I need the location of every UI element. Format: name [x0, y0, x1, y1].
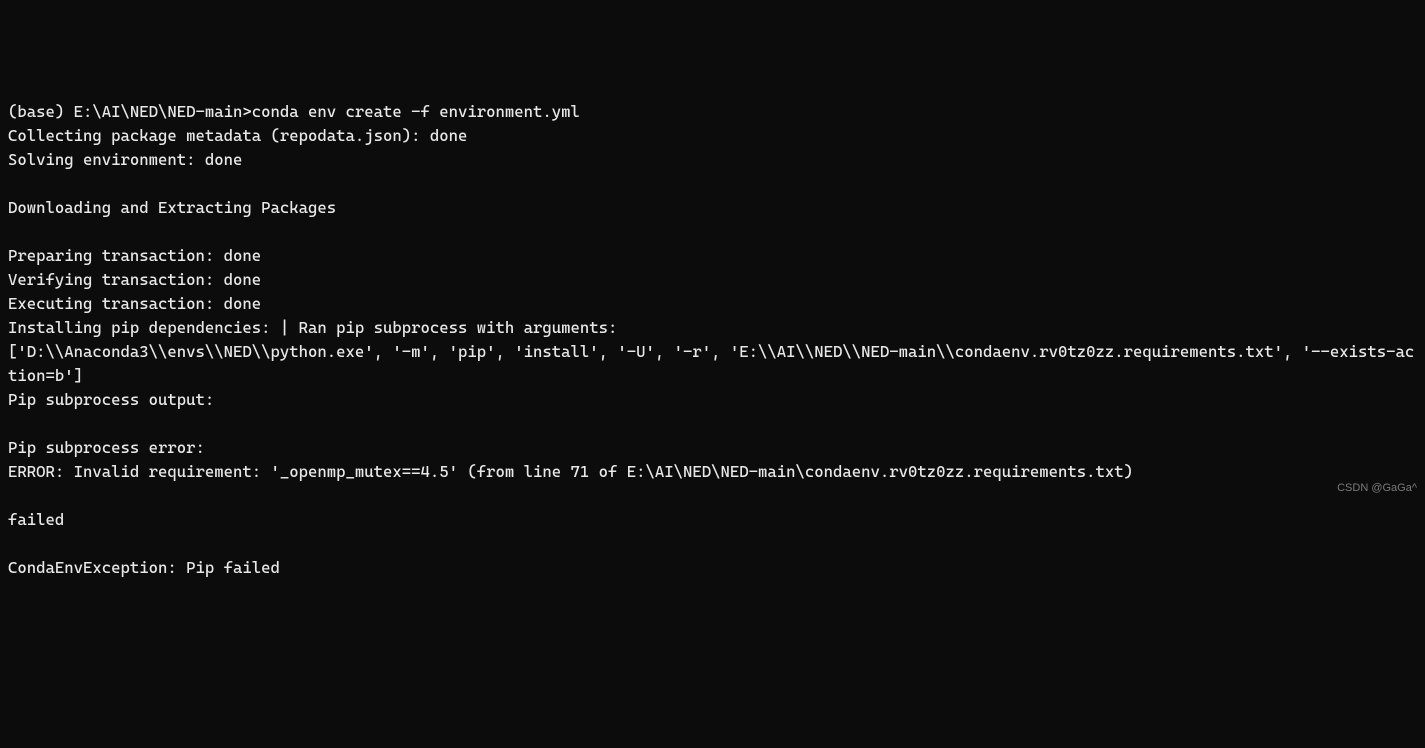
- output-failed: failed: [8, 510, 64, 529]
- output-installing: Installing pip dependencies: | Ran pip s…: [8, 318, 617, 337]
- output-verifying: Verifying transaction: done: [8, 270, 261, 289]
- command-text: conda env create -f environment.yml: [252, 102, 580, 121]
- prompt-path: E:\AI\NED\NED-main>: [74, 102, 252, 121]
- output-exception: CondaEnvException: Pip failed: [8, 558, 280, 577]
- prompt-env: (base): [8, 102, 74, 121]
- output-pip-error: Pip subprocess error:: [8, 438, 205, 457]
- output-preparing: Preparing transaction: done: [8, 246, 261, 265]
- output-args: ['D:\\Anaconda3\\envs\\NED\\python.exe',…: [8, 342, 1414, 385]
- terminal-output[interactable]: (base) E:\AI\NED\NED-main>conda env crea…: [8, 100, 1417, 580]
- output-solving: Solving environment: done: [8, 150, 242, 169]
- watermark-text: CSDN @GaGa^: [1337, 480, 1417, 497]
- output-downloading: Downloading and Extracting Packages: [8, 198, 336, 217]
- output-executing: Executing transaction: done: [8, 294, 261, 313]
- output-error-msg: ERROR: Invalid requirement: '_openmp_mut…: [8, 462, 1133, 481]
- output-pip-output: Pip subprocess output:: [8, 390, 214, 409]
- output-collecting: Collecting package metadata (repodata.js…: [8, 126, 467, 145]
